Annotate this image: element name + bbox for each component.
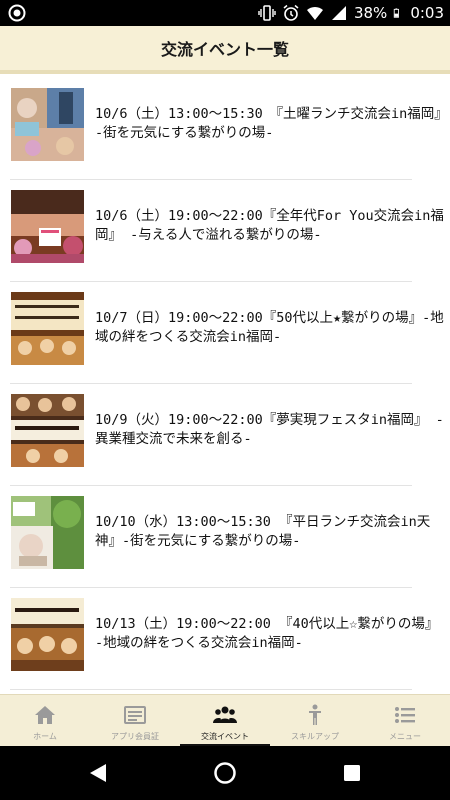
event-list[interactable]: 10/6（土）13:00～15:30 『土曜ランチ交流会in福岡』 -街を元気に… [0,78,450,694]
menu-list-icon [395,707,415,723]
event-thumbnail [11,190,84,263]
home-button-icon[interactable] [213,761,237,785]
person-icon [309,704,321,725]
back-icon[interactable] [86,761,110,785]
home-icon [35,706,55,724]
event-title: 10/6（土）13:00～15:30 『土曜ランチ交流会in福岡』 -街を元気に… [95,106,442,141]
event-item[interactable]: 10/10（水）13:00～15:30 『平日ランチ交流会in天神』-街を元気に… [0,486,450,588]
nav-label: ホーム [33,732,57,741]
recents-icon[interactable] [340,761,364,785]
alarm-icon [283,4,299,21]
divider [10,689,412,690]
event-thumbnail [11,394,84,467]
event-title: 10/9（火）19:00～22:00『夢実現フェスタin福岡』 -異業種交流で未… [95,412,444,447]
event-item[interactable]: 10/13（土）19:00～22:00 『40代以上☆繋がりの場』-地域の絆をつ… [0,588,450,690]
event-thumbnail [11,88,84,161]
event-item[interactable]: 10/6（土）13:00～15:30 『土曜ランチ交流会in福岡』 -街を元気に… [0,78,450,180]
bottom-nav: ホーム アプリ会員証 交流イベント スキルアップ メニュー [0,694,450,746]
nav-menu[interactable]: メニュー [360,695,450,746]
event-title: 10/6（土）19:00～22:00『全年代For You交流会in福岡』 -与… [95,208,444,243]
wifi-icon [306,6,323,20]
system-nav-bar [0,746,450,800]
event-thumbnail [11,292,84,365]
battery-icon [394,8,400,18]
nav-home[interactable]: ホーム [0,695,90,746]
group-icon [213,706,237,723]
event-thumbnail [11,496,84,569]
nav-skillup[interactable]: スキルアップ [270,695,360,746]
nav-events[interactable]: 交流イベント [180,695,270,746]
nav-label: メニュー [389,732,421,741]
nav-label: 交流イベント [201,732,249,741]
event-item[interactable]: 10/6（土）19:00～22:00『全年代For You交流会in福岡』 -与… [0,180,450,282]
event-title: 10/7（日）19:00～22:00『50代以上★繋がりの場』-地域の絆をつくる… [95,310,444,345]
event-thumbnail [11,598,84,671]
battery-percent: 38% [353,4,388,22]
nav-label: アプリ会員証 [111,732,159,741]
clock: 0:03 [410,4,444,22]
event-title: 10/13（土）19:00～22:00 『40代以上☆繋がりの場』-地域の絆をつ… [95,616,439,651]
member-card-icon [124,706,146,724]
event-item[interactable]: 10/7（日）19:00～22:00『50代以上★繋がりの場』-地域の絆をつくる… [0,282,450,384]
notification-circle-icon [8,4,26,22]
nav-member-card[interactable]: アプリ会員証 [90,695,180,746]
status-bar: 38% 0:03 [0,0,450,26]
event-title: 10/10（水）13:00～15:30 『平日ランチ交流会in天神』-街を元気に… [95,514,431,549]
nav-label: スキルアップ [291,732,339,741]
page-title: 交流イベント一覧 [160,40,289,59]
event-item[interactable]: 10/9（火）19:00～22:00『夢実現フェスタin福岡』 -異業種交流で未… [0,384,450,486]
app-header: 交流イベント一覧 [0,26,450,74]
signal-icon [331,6,346,20]
vibrate-icon [258,5,276,21]
